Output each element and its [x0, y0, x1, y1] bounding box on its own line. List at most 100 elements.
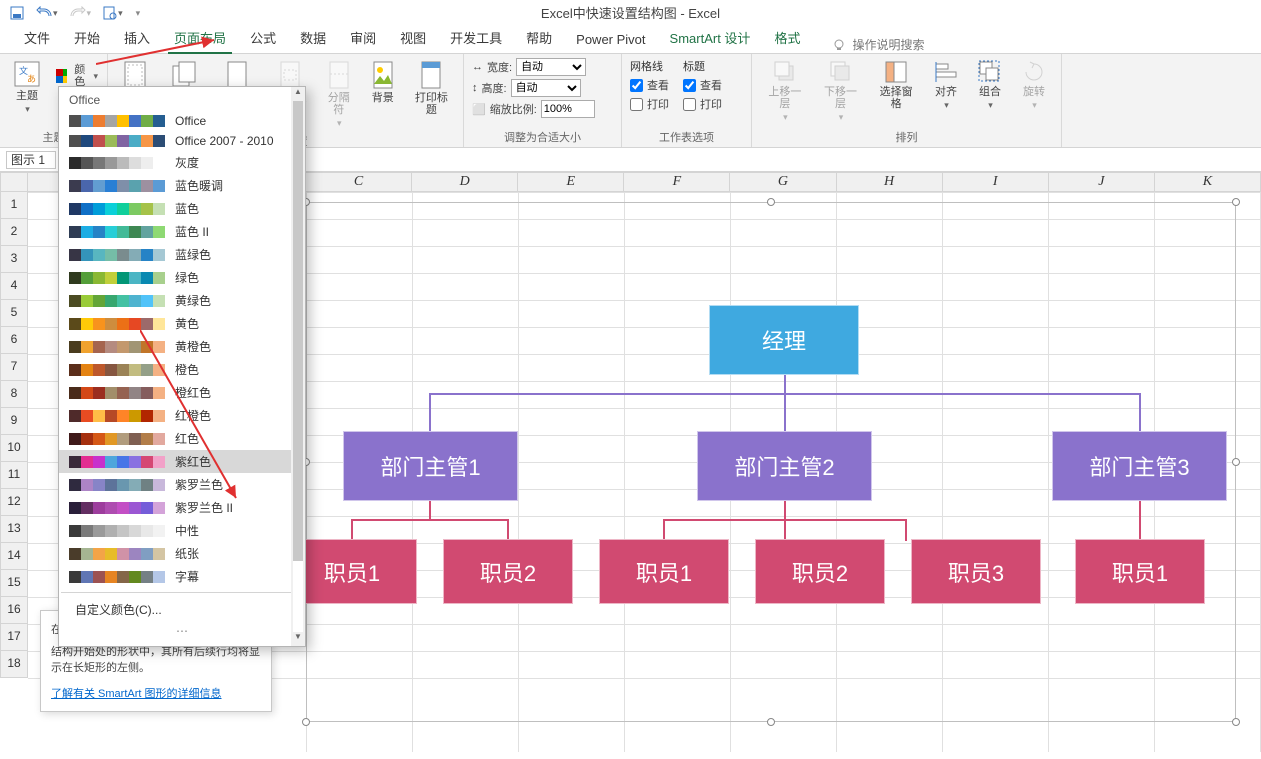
color-scheme-item[interactable]: 黄色	[59, 312, 305, 335]
row-header[interactable]: 17	[0, 624, 28, 651]
dropdown-scrollbar[interactable]: ▲ ▼	[291, 87, 305, 646]
gridlines-view-check[interactable]: 查看	[630, 77, 669, 93]
color-scheme-item[interactable]: 灰度	[59, 151, 305, 174]
tab-smartart-design[interactable]: SmartArt 设计	[658, 23, 763, 53]
height-select[interactable]: 自动	[511, 79, 581, 97]
color-scheme-item[interactable]: 红色	[59, 427, 305, 450]
row-header[interactable]: 4	[0, 273, 28, 300]
row-header[interactable]: 3	[0, 246, 28, 273]
tab-file[interactable]: 文件	[12, 23, 62, 53]
rotate-button[interactable]: 旋转▾	[1015, 58, 1053, 113]
row-header[interactable]: 10	[0, 435, 28, 462]
tab-data[interactable]: 数据	[288, 23, 338, 53]
row-header[interactable]: 9	[0, 408, 28, 435]
org-node-staff[interactable]: 职员1	[287, 539, 417, 604]
qat-redo[interactable]: ▾	[66, 4, 96, 22]
bring-forward-button[interactable]: 上移一层▾	[760, 58, 810, 125]
row-header[interactable]: 11	[0, 462, 28, 489]
resize-handle[interactable]	[1232, 458, 1240, 466]
qat-undo[interactable]: ▾	[32, 4, 62, 22]
color-scheme-item[interactable]: 纸张	[59, 542, 305, 565]
color-scheme-item[interactable]: 黄橙色	[59, 335, 305, 358]
color-scheme-item[interactable]: 紫红色	[59, 450, 305, 473]
row-header[interactable]: 7	[0, 354, 28, 381]
tab-help[interactable]: 帮助	[514, 23, 564, 53]
org-node-staff[interactable]: 职员1	[1075, 539, 1205, 604]
org-node-staff[interactable]: 职员1	[599, 539, 729, 604]
color-scheme-item[interactable]: 橙色	[59, 358, 305, 381]
row-header[interactable]: 1	[0, 192, 28, 219]
resize-handle[interactable]	[767, 718, 775, 726]
color-scheme-item[interactable]: 蓝色暖调	[59, 174, 305, 197]
col-header[interactable]: K	[1155, 172, 1261, 192]
print-titles-button[interactable]: 打印标题	[408, 58, 455, 118]
qat-customize[interactable]: ▾	[131, 6, 145, 21]
tab-view[interactable]: 视图	[388, 23, 438, 53]
row-header[interactable]: 2	[0, 219, 28, 246]
col-header[interactable]: C	[306, 172, 412, 192]
col-header[interactable]: J	[1049, 172, 1155, 192]
col-header[interactable]: E	[518, 172, 624, 192]
themes-button[interactable]: 文あ 主题▾	[8, 58, 46, 117]
qat-preview[interactable]: ▾	[99, 4, 127, 22]
row-header[interactable]: 12	[0, 489, 28, 516]
tab-formulas[interactable]: 公式	[238, 23, 288, 53]
color-scheme-item[interactable]: 蓝色 II	[59, 220, 305, 243]
tab-format[interactable]: 格式	[762, 23, 812, 53]
tell-me[interactable]: 操作说明搜索	[832, 36, 924, 53]
color-scheme-item[interactable]: 绿色	[59, 266, 305, 289]
align-button[interactable]: 对齐▾	[927, 58, 965, 113]
smartart-help-link[interactable]: 了解有关 SmartArt 图形的详细信息	[51, 688, 222, 700]
color-scheme-item[interactable]: 黄绿色	[59, 289, 305, 312]
zoom-input[interactable]	[541, 100, 595, 118]
org-node-staff[interactable]: 职员2	[443, 539, 573, 604]
tab-powerpivot[interactable]: Power Pivot	[564, 27, 657, 53]
col-header[interactable]: D	[412, 172, 518, 192]
color-scheme-item[interactable]: 红橙色	[59, 404, 305, 427]
row-header[interactable]: 16	[0, 597, 28, 624]
send-backward-button[interactable]: 下移一层▾	[816, 58, 866, 125]
color-scheme-item[interactable]: 蓝绿色	[59, 243, 305, 266]
org-node-staff[interactable]: 职员3	[911, 539, 1041, 604]
name-box[interactable]: 图示 1	[6, 151, 56, 169]
tab-dev[interactable]: 开发工具	[438, 23, 514, 53]
color-scheme-item[interactable]: Office 2007 - 2010	[59, 131, 305, 151]
group-button[interactable]: 组合▾	[971, 58, 1009, 113]
org-node-supervisor-2[interactable]: 部门主管2	[697, 431, 872, 501]
resize-handle[interactable]	[1232, 718, 1240, 726]
color-scheme-item[interactable]: 字幕	[59, 565, 305, 588]
breaks-button[interactable]: 分隔符▾	[320, 58, 358, 131]
row-header[interactable]: 8	[0, 381, 28, 408]
tab-insert[interactable]: 插入	[112, 23, 162, 53]
width-select[interactable]: 自动	[516, 58, 586, 76]
headings-view-check[interactable]: 查看	[683, 77, 722, 93]
resize-handle[interactable]	[1232, 198, 1240, 206]
smartart-frame[interactable]: 经理 部门主管1 部门主管2 部门主管3 职员1 职员2 职员1 职员2 职员3…	[306, 202, 1236, 722]
row-header[interactable]: 6	[0, 327, 28, 354]
color-scheme-item[interactable]: 中性	[59, 519, 305, 542]
row-header[interactable]: 15	[0, 570, 28, 597]
org-node-manager[interactable]: 经理	[709, 305, 859, 375]
tab-home[interactable]: 开始	[62, 23, 112, 53]
row-header[interactable]: 18	[0, 651, 28, 678]
color-scheme-item[interactable]: 蓝色	[59, 197, 305, 220]
row-header[interactable]: 14	[0, 543, 28, 570]
tab-review[interactable]: 审阅	[338, 23, 388, 53]
headings-print-check[interactable]: 打印	[683, 96, 722, 112]
color-scheme-item[interactable]: 紫罗兰色	[59, 473, 305, 496]
col-header[interactable]: G	[730, 172, 836, 192]
select-all-corner[interactable]	[0, 172, 28, 192]
background-button[interactable]: 背景	[364, 58, 402, 106]
resize-handle[interactable]	[767, 198, 775, 206]
col-header[interactable]: F	[624, 172, 730, 192]
gridlines-print-check[interactable]: 打印	[630, 96, 669, 112]
color-scheme-item[interactable]: 紫罗兰色 II	[59, 496, 305, 519]
custom-colors-item[interactable]: 自定义颜色(C)...	[59, 597, 305, 622]
selection-pane-button[interactable]: 选择窗格	[871, 58, 921, 112]
col-header[interactable]: I	[943, 172, 1049, 192]
org-node-staff[interactable]: 职员2	[755, 539, 885, 604]
color-scheme-item[interactable]: 橙红色	[59, 381, 305, 404]
resize-handle[interactable]	[302, 718, 310, 726]
org-node-supervisor-1[interactable]: 部门主管1	[343, 431, 518, 501]
qat-save[interactable]	[6, 4, 28, 22]
